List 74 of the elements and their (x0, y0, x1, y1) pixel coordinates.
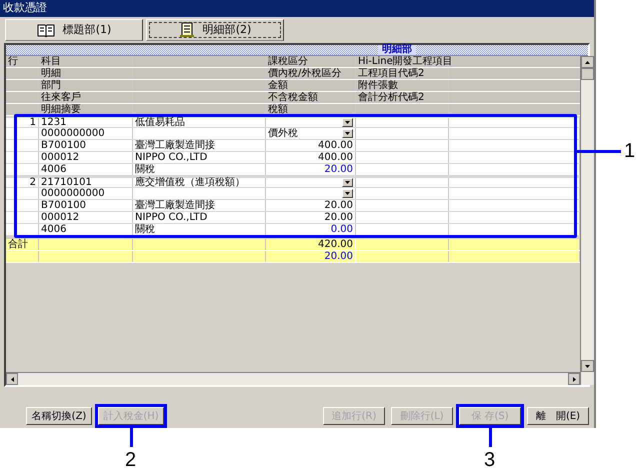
vertical-scrollbar[interactable] (580, 56, 594, 385)
table-cell: 4006 (41, 224, 66, 236)
amount-value: 20.00 (324, 164, 353, 176)
tab[interactable]: 明細部(2) (146, 19, 284, 41)
total-amount: 20.00 (324, 250, 353, 262)
amount-value: 0.00 (330, 224, 353, 236)
dropdown-button[interactable] (342, 178, 353, 187)
column-header: 往來客戶 (41, 92, 81, 104)
scrollbar-thumb[interactable] (581, 68, 594, 80)
table-cell: 1231 (41, 116, 66, 128)
row-number: 2 (30, 176, 36, 188)
dropdown-button[interactable] (342, 189, 353, 198)
caret-icon (345, 181, 350, 184)
table-cell: 000012 (41, 152, 80, 164)
dropdown-button[interactable] (342, 129, 353, 138)
column-header: 課稅區分 (268, 56, 308, 68)
amount-value: 400.00 (318, 152, 353, 164)
total-amount: 420.00 (318, 238, 353, 250)
table-cell: B700100 (41, 200, 86, 212)
horizontal-scrollbar[interactable] (6, 372, 580, 385)
table-cell: 關稅 (135, 224, 155, 236)
right-arrow-icon (572, 376, 576, 382)
column-header: 會計分析代碼2 (358, 92, 424, 104)
column-header: 科目 (41, 56, 61, 68)
leader-line (577, 150, 621, 153)
row-number: 1 (30, 116, 36, 128)
total-label: 合計 (8, 238, 28, 250)
caret-icon (345, 121, 350, 124)
table-cell: 21710101 (41, 176, 92, 188)
select-value: 價外稅 (268, 128, 298, 140)
section-title: 明細部 (378, 45, 416, 55)
table-cell: 關稅 (135, 164, 155, 176)
leader-line (489, 428, 492, 447)
window-title: 收款憑證 (3, 0, 47, 16)
tab[interactable]: 標題部(1) (5, 19, 143, 41)
dropdown-button[interactable] (342, 118, 353, 127)
left-arrow-icon (10, 376, 14, 382)
amount-value: 400.00 (318, 140, 353, 152)
column-header: Hi-Line開發工程項目 (358, 56, 453, 68)
callout-label: 3 (484, 449, 496, 471)
column-header: 部門 (41, 80, 61, 92)
callout-label: 2 (125, 449, 136, 471)
column-header: 不含稅金額 (268, 92, 318, 104)
table-cell: 000012 (41, 212, 80, 224)
leader-line (130, 428, 133, 447)
column-header: 明細摘要 (41, 104, 81, 116)
button[interactable]: 離 開(E) (527, 407, 589, 425)
button[interactable]: 名稱切換(Z) (26, 407, 92, 425)
table-cell: 臺灣工廠製造間接 (135, 140, 215, 152)
table-cell: NIPPO CO.,LTD (135, 152, 208, 164)
table-cell: B700100 (41, 140, 86, 152)
column-header: 金額 (268, 80, 288, 92)
column-header: 附件張數 (358, 80, 398, 92)
table-cell: 應交增值稅（進項稅額） (135, 176, 245, 188)
down-arrow-icon (585, 364, 590, 368)
column-header: 工程項目代碼2 (358, 68, 424, 80)
table-cell: 低值易耗品 (135, 116, 185, 128)
column-header: 稅額 (268, 104, 288, 116)
up-arrow-icon (585, 60, 590, 64)
column-header: 價內稅/外稅區分 (268, 68, 342, 80)
caret-icon (345, 132, 350, 135)
callout-label: 1 (624, 140, 636, 162)
table-cell: 0000000000 (41, 188, 105, 200)
document-icon (178, 22, 195, 38)
column-header: 明細 (41, 68, 61, 80)
column-header: 行 (8, 56, 18, 68)
amount-value: 20.00 (324, 212, 353, 224)
amount-value: 20.00 (324, 200, 353, 212)
table-cell: 4006 (41, 164, 66, 176)
book-icon (36, 23, 55, 37)
table-cell: 臺灣工廠製造間接 (135, 200, 215, 212)
caret-icon (345, 192, 350, 195)
table-cell: NIPPO CO.,LTD (135, 212, 208, 224)
table-cell: 0000000000 (41, 128, 105, 140)
